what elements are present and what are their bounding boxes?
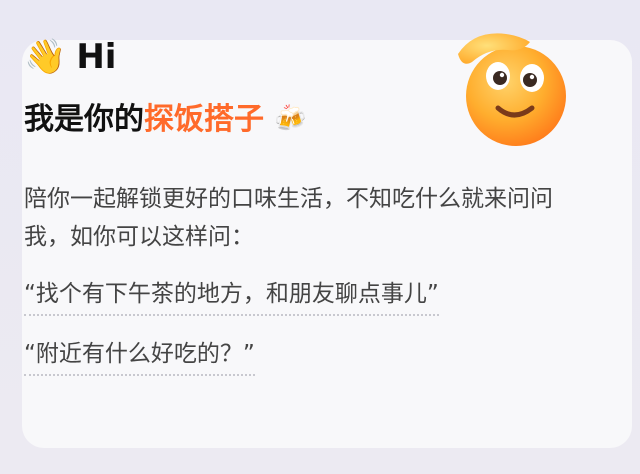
title-highlight: 探饭搭子 [144, 102, 264, 137]
example-question-1[interactable]: “找个有下午茶的地方，和朋友聊点事儿” [24, 280, 439, 316]
greeting-text: Hi [76, 37, 117, 77]
example-question-2[interactable]: “附近有什么好吃的？” [24, 340, 255, 376]
page-title: 我是你的 探饭搭子 🍻 [24, 102, 306, 138]
smiling-face-salute-icon [458, 33, 566, 146]
intro-text: 陪你一起解锁更好的口味生活，不知吃什么就来问问我，如你可以这样问： [24, 186, 553, 250]
title-prefix: 我是你的 [24, 102, 144, 137]
greeting: 👋 Hi [24, 40, 116, 74]
waving-hand-icon: 👋 [24, 37, 67, 77]
clinking-drinks-icon: 🍻 [274, 104, 307, 135]
